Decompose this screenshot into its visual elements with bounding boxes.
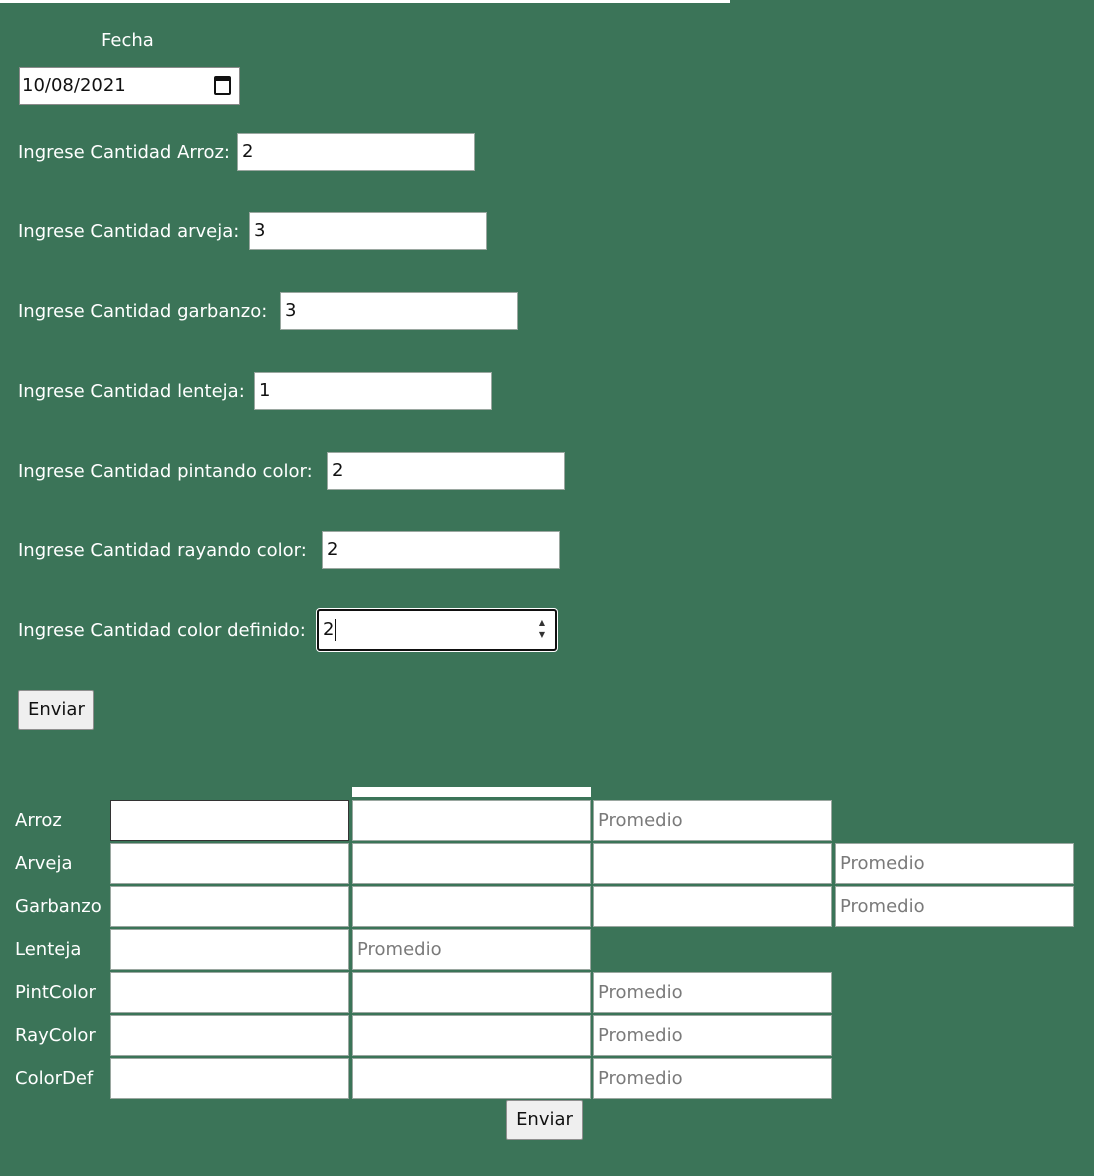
field-label-color-definido: Ingrese Cantidad color definido: <box>18 620 306 641</box>
arveja-cell-2[interactable] <box>352 843 591 884</box>
garbanzo-cell-1[interactable] <box>110 886 349 927</box>
colordef-promedio-field[interactable]: Promedio <box>593 1058 832 1099</box>
text-caret <box>335 619 337 641</box>
field-label-arveja: Ingrese Cantidad arveja: <box>18 221 240 242</box>
raycolor-promedio-field[interactable]: Promedio <box>593 1015 832 1056</box>
pintando-color-quantity-value: 2 <box>332 460 344 481</box>
fecha-date-input[interactable]: 10/08/2021 <box>19 67 240 105</box>
row-label-arroz: Arroz <box>15 810 62 831</box>
row-label-pintcolor: PintColor <box>15 982 96 1003</box>
pintcolor-promedio-field[interactable]: Promedio <box>593 972 832 1013</box>
raycolor-cell-2[interactable] <box>352 1015 591 1056</box>
lenteja-quantity-input[interactable]: 1 <box>254 372 492 410</box>
arroz-promedio-field[interactable]: Promedio <box>593 800 832 841</box>
raycolor-cell-1[interactable] <box>110 1015 349 1056</box>
colordef-cell-2[interactable] <box>352 1058 591 1099</box>
arveja-promedio-field[interactable]: Promedio <box>835 843 1074 884</box>
calendar-icon[interactable] <box>214 76 231 95</box>
number-spinner-icon[interactable]: ▲ ▼ <box>537 617 547 641</box>
fecha-label: Fecha <box>101 30 154 51</box>
table-header-cell <box>352 787 591 797</box>
lenteja-cell-1[interactable] <box>110 929 349 970</box>
enviar-form-button[interactable]: Enviar <box>18 690 94 730</box>
top-border-line <box>0 0 730 3</box>
field-label-rayando-color: Ingrese Cantidad rayando color: <box>18 540 307 561</box>
field-label-lenteja: Ingrese Cantidad lenteja: <box>18 381 245 402</box>
color-definido-quantity-value: 2 <box>323 619 335 640</box>
pintando-color-quantity-input[interactable]: 2 <box>327 452 565 490</box>
pintcolor-cell-2[interactable] <box>352 972 591 1013</box>
enviar-table-button[interactable]: Enviar <box>506 1100 583 1140</box>
arveja-quantity-value: 3 <box>254 220 266 241</box>
row-label-garbanzo: Garbanzo <box>15 896 102 917</box>
arroz-quantity-value: 2 <box>242 141 254 162</box>
field-label-garbanzo: Ingrese Cantidad garbanzo: <box>18 301 268 322</box>
rayando-color-quantity-value: 2 <box>327 539 339 560</box>
garbanzo-quantity-input[interactable]: 3 <box>280 292 518 330</box>
pintcolor-cell-1[interactable] <box>110 972 349 1013</box>
arroz-cell-2[interactable] <box>352 800 591 841</box>
field-label-arroz: Ingrese Cantidad Arroz: <box>18 142 230 163</box>
garbanzo-cell-3[interactable] <box>593 886 832 927</box>
field-label-pintando-color: Ingrese Cantidad pintando color: <box>18 461 313 482</box>
row-label-lenteja: Lenteja <box>15 939 82 960</box>
lenteja-quantity-value: 1 <box>259 380 271 401</box>
rayando-color-quantity-input[interactable]: 2 <box>322 531 560 569</box>
row-label-colordef: ColorDef <box>15 1068 94 1089</box>
colordef-cell-1[interactable] <box>110 1058 349 1099</box>
garbanzo-quantity-value: 3 <box>285 300 297 321</box>
lenteja-promedio-field[interactable]: Promedio <box>352 929 591 970</box>
arroz-quantity-input[interactable]: 2 <box>237 133 475 171</box>
garbanzo-promedio-field[interactable]: Promedio <box>835 886 1074 927</box>
fecha-value: 10/08/2021 <box>22 75 126 96</box>
arveja-cell-1[interactable] <box>110 843 349 884</box>
arveja-cell-3[interactable] <box>593 843 832 884</box>
garbanzo-cell-2[interactable] <box>352 886 591 927</box>
row-label-arveja: Arveja <box>15 853 73 874</box>
arroz-cell-1[interactable] <box>110 800 349 841</box>
color-definido-quantity-input[interactable]: 2 ▲ ▼ <box>317 609 557 651</box>
row-label-raycolor: RayColor <box>15 1025 96 1046</box>
arveja-quantity-input[interactable]: 3 <box>249 212 487 250</box>
